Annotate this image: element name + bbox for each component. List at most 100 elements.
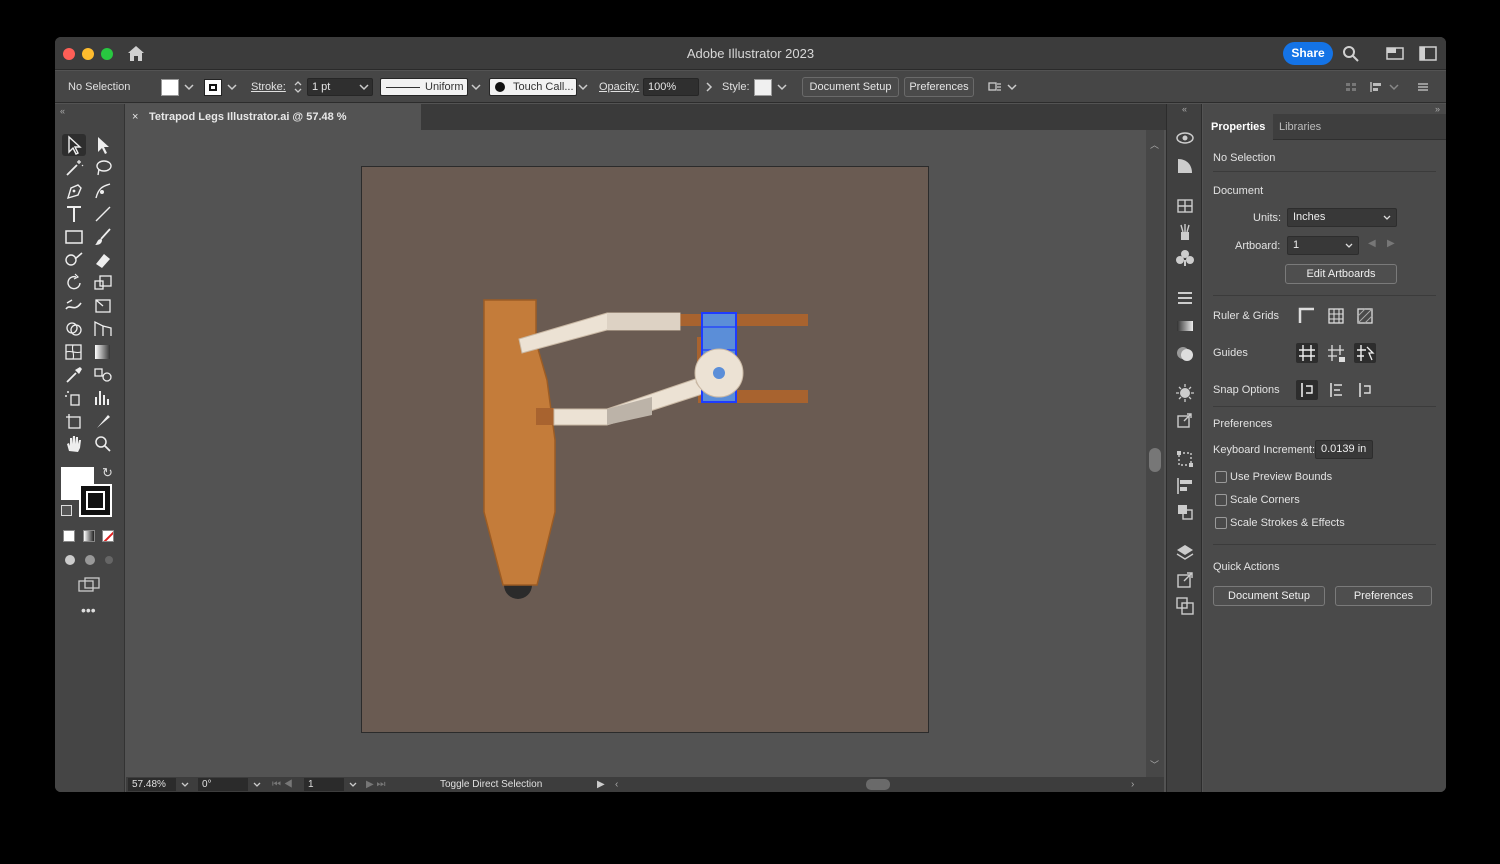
brushes-icon[interactable] — [1175, 222, 1195, 242]
artboard-select[interactable]: 1 — [1287, 236, 1359, 255]
curvature-tool-icon[interactable] — [91, 180, 115, 202]
draw-behind-icon[interactable] — [82, 553, 98, 567]
type-tool-icon[interactable] — [62, 203, 86, 225]
gradient-mode-icon[interactable] — [83, 530, 95, 542]
status-menu-icon[interactable]: ▶ — [597, 777, 605, 792]
tab-libraries[interactable]: Libraries — [1271, 114, 1329, 140]
edit-artboards-button[interactable]: Edit Artboards — [1285, 264, 1397, 284]
scroll-right-icon[interactable]: › — [1131, 777, 1134, 792]
collapse-strip-icon[interactable]: « — [1182, 104, 1187, 114]
horizontal-scroll-thumb[interactable] — [866, 779, 890, 790]
vertical-scroll-thumb[interactable] — [1149, 448, 1161, 472]
none-mode-icon[interactable] — [102, 530, 114, 542]
foot-shape[interactable] — [504, 585, 532, 599]
rotate-tool-icon[interactable] — [62, 272, 86, 294]
first-artboard-icon[interactable]: ⏮ ◀ — [272, 777, 293, 792]
next-artboard-icon[interactable]: ▶ — [1387, 238, 1395, 249]
last-artboard-icon[interactable]: ▶ ⏭ — [366, 777, 385, 792]
lasso-tool-icon[interactable] — [91, 157, 115, 179]
scale-tool-icon[interactable] — [91, 272, 115, 294]
artboard-tool-icon[interactable] — [62, 410, 86, 432]
show-guides-icon[interactable] — [1296, 343, 1318, 363]
column-graph-tool-icon[interactable] — [91, 387, 115, 409]
default-colors-icon[interactable] — [61, 505, 72, 516]
quick-preferences-button[interactable]: Preferences — [1335, 586, 1432, 606]
close-tab-icon[interactable]: × — [132, 104, 138, 130]
screen-mode-icon[interactable] — [77, 576, 101, 594]
chevron-down-icon[interactable] — [358, 80, 370, 94]
chevron-down-icon[interactable] — [1006, 80, 1018, 94]
tab-properties[interactable]: Properties — [1203, 114, 1274, 140]
export-icon[interactable] — [1175, 410, 1195, 430]
color-guide-icon[interactable] — [1175, 383, 1195, 403]
appearance-icon[interactable] — [1175, 156, 1195, 176]
libraries-icon[interactable] — [1175, 196, 1195, 216]
eyedropper-tool-icon[interactable] — [62, 364, 86, 386]
direct-selection-tool-icon[interactable] — [91, 134, 115, 156]
document-tab[interactable]: × Tetrapod Legs Illustrator.ai @ 57.48 %… — [125, 104, 421, 149]
grid-icon[interactable] — [1325, 306, 1347, 326]
opacity-label[interactable]: Opacity: — [599, 71, 639, 103]
transform-icon[interactable] — [1175, 449, 1195, 469]
rectangle-tool-icon[interactable] — [62, 226, 86, 248]
arrange-documents-icon[interactable] — [1386, 45, 1404, 62]
artboards-panel-icon[interactable] — [1175, 596, 1195, 616]
eraser-tool-icon[interactable] — [91, 249, 115, 271]
symbols-icon[interactable] — [1175, 248, 1195, 268]
zoom-tool-icon[interactable] — [91, 433, 115, 455]
chevron-down-icon[interactable] — [180, 779, 190, 790]
pen-tool-icon[interactable] — [62, 180, 86, 202]
fill-swatch[interactable] — [161, 79, 179, 96]
snap-to-point-icon[interactable] — [1296, 380, 1318, 400]
3d-materials-icon[interactable] — [1175, 128, 1195, 148]
chevron-down-icon[interactable] — [577, 80, 589, 94]
ruler-icon[interactable] — [1296, 306, 1318, 326]
stroke-stepper-icon[interactable] — [292, 80, 304, 94]
snap-to-pixel-icon[interactable] — [1325, 380, 1347, 400]
use-preview-bounds-checkbox[interactable] — [1215, 471, 1227, 483]
snap-to-glyph-icon[interactable] — [1354, 380, 1376, 400]
chevron-down-icon[interactable] — [776, 80, 788, 94]
variable-width-profile[interactable]: Uniform — [380, 78, 468, 96]
quick-document-setup-button[interactable]: Document Setup — [1213, 586, 1325, 606]
hand-tool-icon[interactable] — [62, 433, 86, 455]
blend-tool-icon[interactable] — [91, 364, 115, 386]
slice-tool-icon[interactable] — [91, 410, 115, 432]
chevron-down-icon[interactable] — [348, 779, 358, 790]
share-button[interactable]: Share — [1283, 42, 1333, 65]
line-segment-tool-icon[interactable] — [91, 203, 115, 225]
draw-normal-icon[interactable] — [62, 553, 78, 567]
shape-builder-tool-icon[interactable] — [62, 318, 86, 340]
pathfinder-icon[interactable] — [1175, 502, 1195, 522]
search-icon[interactable] — [1342, 45, 1360, 62]
gradient-panel-icon[interactable] — [1175, 316, 1195, 336]
vertical-scrollbar[interactable]: ︿ ﹀ — [1146, 130, 1164, 777]
upper-bone-segment[interactable] — [607, 313, 680, 330]
symbol-sprayer-tool-icon[interactable] — [62, 387, 86, 409]
selection-tool-icon[interactable] — [62, 134, 86, 156]
lower-joint-shape[interactable] — [536, 408, 554, 425]
arrange-icon[interactable] — [987, 80, 1003, 94]
stroke-swatch[interactable] — [204, 79, 222, 96]
upper-bar-shape[interactable] — [680, 314, 808, 326]
swap-colors-icon[interactable]: ↻ — [102, 465, 113, 481]
smart-guides-icon[interactable] — [1354, 343, 1376, 363]
knee-pivot-dot[interactable] — [713, 367, 725, 379]
mesh-tool-icon[interactable] — [62, 341, 86, 363]
align-panel-icon[interactable] — [1175, 476, 1195, 496]
paintbrush-tool-icon[interactable] — [91, 226, 115, 248]
previous-artboard-icon[interactable]: ◀ — [1368, 238, 1376, 249]
zoom-field[interactable]: 57.48% — [128, 778, 176, 791]
color-mode-icon[interactable] — [63, 530, 75, 542]
transparency-grid-icon[interactable] — [1354, 306, 1376, 326]
warp-tool-icon[interactable] — [62, 295, 86, 317]
workspace-switcher-icon[interactable] — [1419, 45, 1437, 62]
stroke-label[interactable]: Stroke: — [251, 71, 286, 103]
chevron-down-icon[interactable] — [252, 779, 262, 790]
align-icon[interactable] — [1345, 80, 1357, 94]
units-select[interactable]: Inches — [1287, 208, 1397, 227]
preferences-button[interactable]: Preferences — [904, 77, 974, 97]
opacity-field[interactable]: 100% — [643, 78, 699, 96]
free-transform-tool-icon[interactable] — [91, 295, 115, 317]
scroll-up-icon[interactable]: ︿ — [1150, 138, 1159, 151]
